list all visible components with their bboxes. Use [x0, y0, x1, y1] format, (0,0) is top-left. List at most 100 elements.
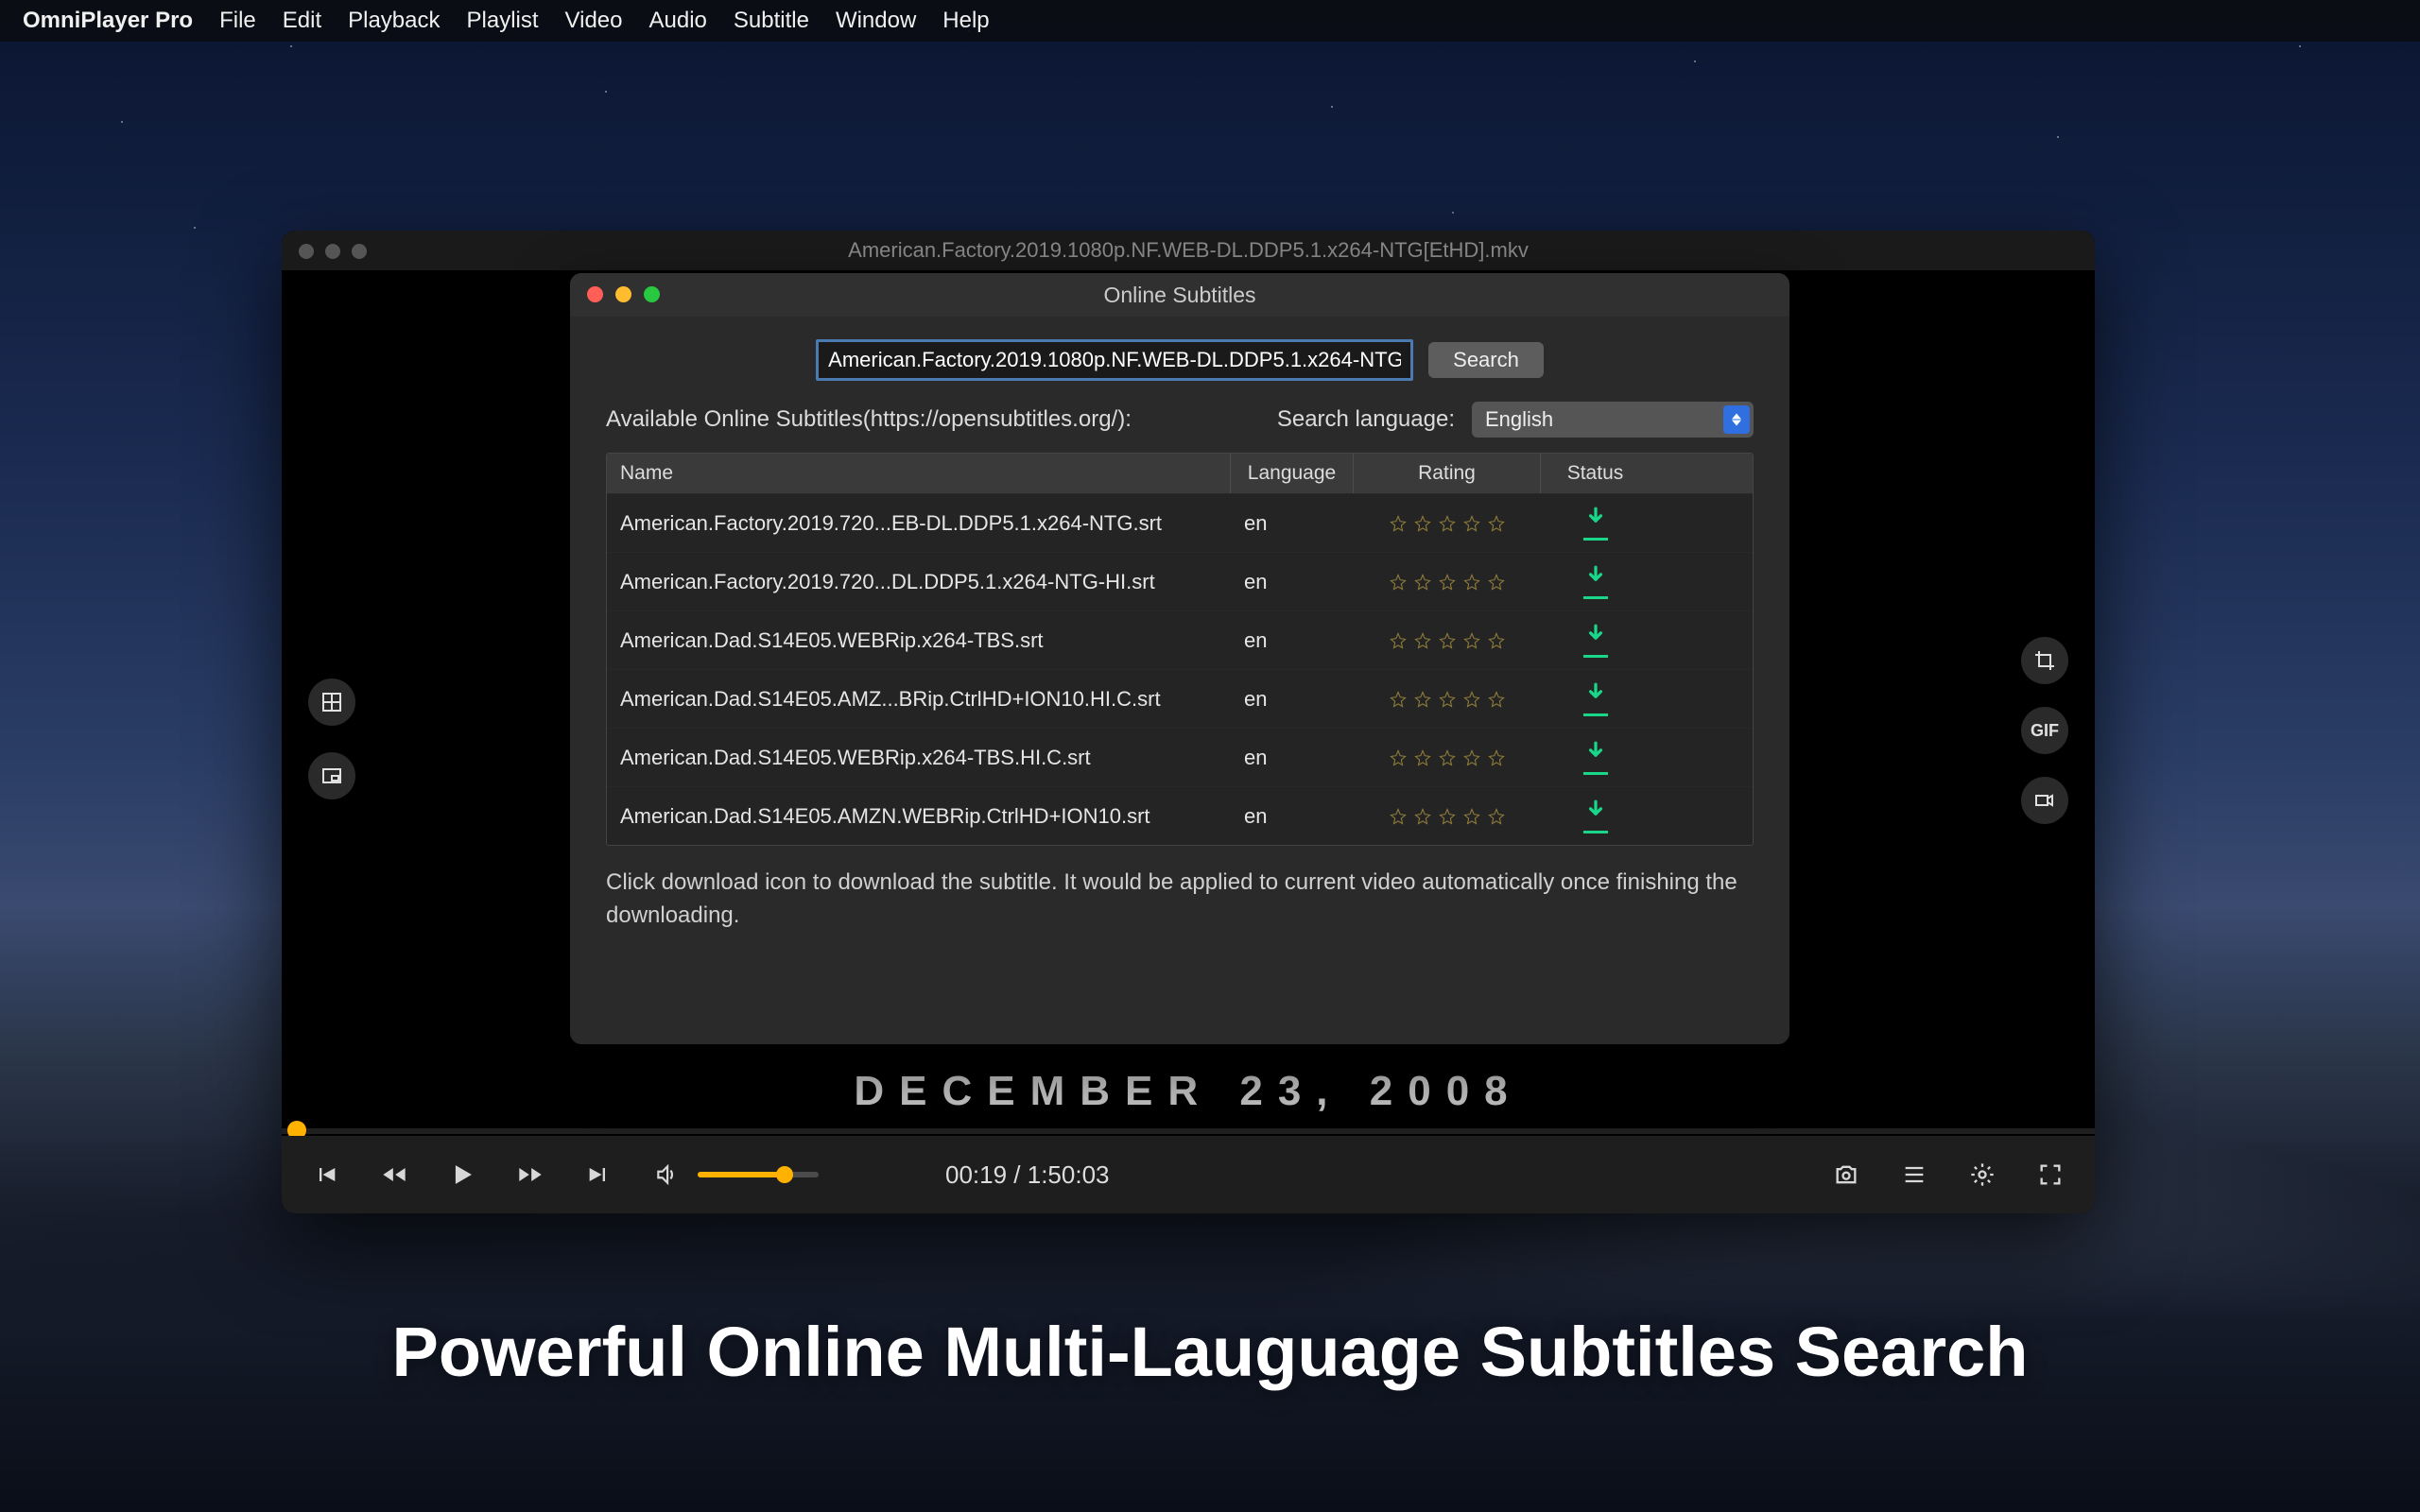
cell-rating	[1354, 632, 1541, 649]
cell-language: en	[1231, 746, 1354, 770]
cell-name: American.Dad.S14E05.WEBRip.x264-TBS.HI.C…	[607, 746, 1231, 770]
select-chevron-icon	[1723, 405, 1750, 434]
cell-language: en	[1231, 687, 1354, 712]
menubar-item-subtitle[interactable]: Subtitle	[734, 8, 809, 34]
volume-fill	[698, 1172, 785, 1177]
crop-button[interactable]	[2021, 637, 2068, 684]
col-header-rating[interactable]: Rating	[1354, 454, 1541, 493]
cell-language: en	[1231, 570, 1354, 594]
download-button[interactable]	[1583, 740, 1608, 775]
cell-rating	[1354, 808, 1541, 825]
table-header: Name Language Rating Status	[607, 454, 1753, 493]
forward-button[interactable]	[512, 1157, 548, 1193]
subtitles-table: Name Language Rating Status American.Fac…	[606, 453, 1754, 846]
menubar-item-file[interactable]: File	[219, 8, 256, 34]
cell-name: American.Factory.2019.720...EB-DL.DDP5.1…	[607, 511, 1231, 536]
gif-button[interactable]: GIF	[2021, 707, 2068, 754]
col-header-name[interactable]: Name	[607, 454, 1231, 493]
cell-rating	[1354, 691, 1541, 708]
traffic-zoom-icon[interactable]	[352, 244, 367, 259]
cell-status	[1541, 506, 1650, 541]
meta-row: Available Online Subtitles(https://opens…	[570, 398, 1789, 453]
dialog-zoom-icon[interactable]	[644, 286, 660, 302]
menubar-item-playback[interactable]: Playback	[348, 8, 440, 34]
download-button[interactable]	[1583, 506, 1608, 541]
hint-text: Click download icon to download the subt…	[570, 846, 1789, 954]
cell-rating	[1354, 574, 1541, 591]
layout-grid-button[interactable]	[308, 679, 355, 726]
volume-icon[interactable]	[648, 1157, 684, 1193]
player-titlebar: American.Factory.2019.1080p.NF.WEB-DL.DD…	[282, 231, 2095, 270]
playlist-button[interactable]	[1896, 1157, 1932, 1193]
screenshot-button[interactable]	[1828, 1157, 1864, 1193]
rewind-button[interactable]	[376, 1157, 412, 1193]
search-input[interactable]	[816, 339, 1413, 381]
progress-bar[interactable]	[282, 1128, 2095, 1134]
cell-name: American.Factory.2019.720...DL.DDP5.1.x2…	[607, 570, 1231, 594]
next-track-button[interactable]	[580, 1157, 616, 1193]
dialog-titlebar: Online Subtitles	[570, 273, 1789, 317]
table-row[interactable]: American.Factory.2019.720...EB-DL.DDP5.1…	[607, 493, 1753, 552]
table-row[interactable]: American.Factory.2019.720...DL.DDP5.1.x2…	[607, 552, 1753, 610]
time-display: 00:19 / 1:50:03	[945, 1160, 1110, 1190]
col-header-language[interactable]: Language	[1231, 454, 1354, 493]
pip-button[interactable]	[308, 752, 355, 799]
menubar-item-audio[interactable]: Audio	[648, 8, 706, 34]
download-button[interactable]	[1583, 799, 1608, 833]
star-icon	[1390, 632, 1505, 649]
table-row[interactable]: American.Dad.S14E05.AMZ...BRip.CtrlHD+IO…	[607, 669, 1753, 728]
menubar-item-video[interactable]: Video	[565, 8, 623, 34]
traffic-close-icon[interactable]	[299, 244, 314, 259]
star-icon	[1390, 691, 1505, 708]
col-header-status[interactable]: Status	[1541, 454, 1650, 493]
table-row[interactable]: American.Dad.S14E05.WEBRip.x264-TBS.HI.C…	[607, 728, 1753, 786]
record-button[interactable]	[2021, 777, 2068, 824]
dialog-title: Online Subtitles	[1103, 283, 1255, 308]
cell-language: en	[1231, 804, 1354, 829]
dialog-close-icon[interactable]	[587, 286, 603, 302]
volume-slider[interactable]	[698, 1172, 819, 1177]
menubar: OmniPlayer Pro File Edit Playback Playli…	[0, 0, 2420, 42]
language-select[interactable]: English	[1472, 402, 1754, 438]
subtitles-dialog: Online Subtitles Search Available Online…	[570, 273, 1789, 1044]
download-button[interactable]	[1583, 681, 1608, 716]
star-icon	[1390, 808, 1505, 825]
cell-name: American.Dad.S14E05.WEBRip.x264-TBS.srt	[607, 628, 1231, 653]
traffic-minimize-icon[interactable]	[325, 244, 340, 259]
time-current: 00:19	[945, 1160, 1007, 1189]
fullscreen-button[interactable]	[2032, 1157, 2068, 1193]
star-icon	[1390, 574, 1505, 591]
volume-control[interactable]	[648, 1157, 819, 1193]
cell-status	[1541, 799, 1650, 833]
table-row[interactable]: American.Dad.S14E05.WEBRip.x264-TBS.srte…	[607, 610, 1753, 669]
search-button[interactable]: Search	[1428, 342, 1544, 378]
settings-button[interactable]	[1964, 1157, 2000, 1193]
gif-label: GIF	[2031, 721, 2059, 741]
prev-track-button[interactable]	[308, 1157, 344, 1193]
player-traffic-lights[interactable]	[299, 244, 367, 259]
menubar-item-playlist[interactable]: Playlist	[467, 8, 539, 34]
table-row[interactable]: American.Dad.S14E05.AMZN.WEBRip.CtrlHD+I…	[607, 786, 1753, 845]
menubar-item-edit[interactable]: Edit	[283, 8, 321, 34]
cell-status	[1541, 564, 1650, 599]
play-button[interactable]	[444, 1157, 480, 1193]
cell-language: en	[1231, 511, 1354, 536]
cell-name: American.Dad.S14E05.AMZN.WEBRip.CtrlHD+I…	[607, 804, 1231, 829]
available-label: Available Online Subtitles(https://opens…	[606, 406, 1132, 433]
cell-language: en	[1231, 628, 1354, 653]
download-button[interactable]	[1583, 623, 1608, 658]
video-caption: DECEMBER 23, 2008	[282, 1068, 2095, 1115]
menubar-item-help[interactable]: Help	[942, 8, 989, 34]
search-language-label: Search language:	[1277, 406, 1455, 433]
time-total: 1:50:03	[1028, 1160, 1110, 1189]
language-selected: English	[1485, 407, 1553, 432]
dialog-traffic-lights[interactable]	[587, 286, 660, 302]
cell-rating	[1354, 515, 1541, 532]
cell-rating	[1354, 749, 1541, 766]
cell-name: American.Dad.S14E05.AMZ...BRip.CtrlHD+IO…	[607, 687, 1231, 712]
player-title: American.Factory.2019.1080p.NF.WEB-DL.DD…	[848, 238, 1529, 263]
dialog-minimize-icon[interactable]	[615, 286, 631, 302]
menubar-item-window[interactable]: Window	[836, 8, 916, 34]
download-button[interactable]	[1583, 564, 1608, 599]
volume-thumb[interactable]	[776, 1166, 793, 1183]
